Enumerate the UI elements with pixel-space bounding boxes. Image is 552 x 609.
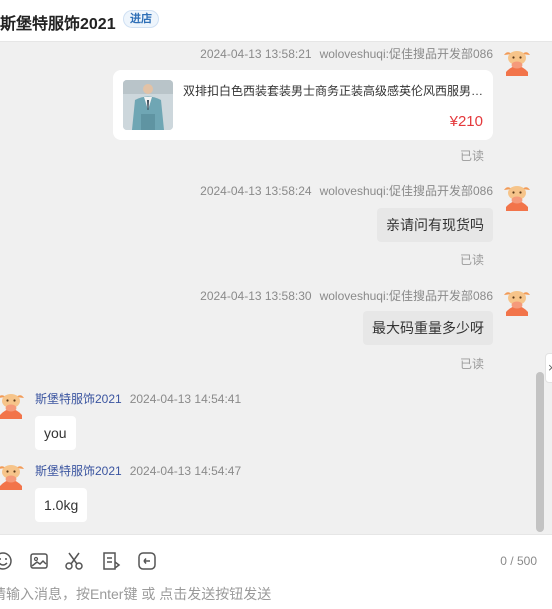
chat-header: 斯堡特服饰2021 进店 — [0, 0, 552, 42]
shop-avatar — [0, 460, 26, 490]
message-bubble[interactable]: you — [35, 416, 76, 450]
sender-name: woloveshuqi:促佳搜品开发部086 — [319, 47, 493, 61]
message-timestamp: 2024-04-13 13:58:30 — [200, 289, 312, 303]
close-side-panel-icon[interactable]: × — [545, 353, 552, 383]
read-status: 已读 — [459, 357, 484, 371]
message-timestamp: 2024-04-13 14:54:41 — [129, 392, 242, 406]
message-timestamp: 2024-04-13 13:58:24 — [200, 184, 312, 198]
message-timestamp: 2024-04-13 13:58:21 — [200, 47, 312, 61]
order-icon[interactable] — [100, 550, 122, 572]
message-input[interactable]: 请输入消息，按Enter键 或 点击发送按钮发送 — [0, 584, 271, 604]
message-meta: 2024-04-13 13:58:21 woloveshuqi:促佳搜品开发部08… — [200, 45, 493, 62]
message-meta: 斯堡特服饰2021 2024-04-13 14:54:47 — [35, 462, 241, 479]
product-thumbnail — [123, 80, 173, 130]
agent-avatar — [502, 46, 532, 76]
chat-history[interactable]: 2024-04-13 13:58:21 woloveshuqi:促佳搜品开发部08… — [0, 42, 552, 534]
product-title: 双排扣白色西装套装男士商务正装高级感英伦风西服男… — [183, 84, 483, 98]
product-card[interactable]: 双排扣白色西装套装男士商务正装高级感英伦风西服男… ¥210 — [113, 70, 493, 140]
sender-name: woloveshuqi:促佳搜品开发部086 — [319, 289, 493, 303]
sender-name: 斯堡特服饰2021 — [35, 392, 122, 406]
shop-avatar — [0, 389, 26, 419]
shop-name: 斯堡特服饰2021 — [0, 16, 116, 33]
emoji-icon[interactable] — [0, 550, 14, 572]
message-bubble[interactable]: 亲请问有现货吗 — [377, 208, 493, 242]
message-bubble[interactable]: 最大码重量多少呀 — [363, 311, 493, 345]
message-meta: 2024-04-13 13:58:24 woloveshuqi:促佳搜品开发部08… — [200, 182, 493, 199]
sender-name: 斯堡特服饰2021 — [35, 464, 122, 478]
chat-scrollbar[interactable] — [536, 372, 544, 532]
message-composer: 0 / 500 请输入消息，按Enter键 或 点击发送按钮发送 — [0, 534, 552, 609]
product-price: ¥210 — [449, 113, 483, 130]
suit-image — [123, 80, 173, 130]
scissors-icon[interactable] — [63, 550, 85, 572]
enter-shop-button[interactable]: 进店 — [123, 10, 159, 28]
read-status: 已读 — [459, 253, 484, 267]
message-meta: 斯堡特服饰2021 2024-04-13 14:54:41 — [35, 390, 241, 407]
message-bubble[interactable]: 1.0kg — [35, 488, 88, 522]
recall-icon[interactable] — [136, 550, 158, 572]
agent-avatar — [502, 181, 532, 211]
message-timestamp: 2024-04-13 14:54:47 — [129, 464, 242, 478]
image-icon[interactable] — [28, 550, 50, 572]
message-meta: 2024-04-13 13:58:30 woloveshuqi:促佳搜品开发部08… — [200, 287, 493, 304]
sender-name: woloveshuqi:促佳搜品开发部086 — [319, 184, 493, 198]
char-counter: 0 / 500 — [500, 554, 537, 568]
agent-avatar — [502, 286, 532, 316]
read-status: 已读 — [459, 149, 484, 163]
